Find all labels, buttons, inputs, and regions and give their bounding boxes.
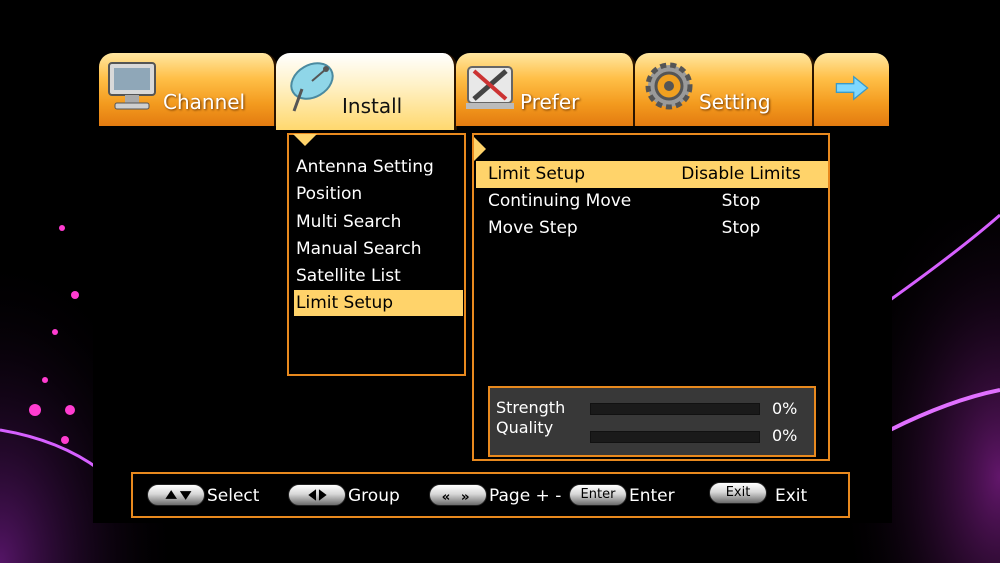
submenu-pointer (293, 134, 317, 146)
setting-name: Move Step (488, 218, 578, 238)
setting-row-move-step[interactable]: Move Step Stop (476, 215, 828, 242)
tools-icon (466, 66, 514, 109)
setting-row-continuing-move[interactable]: Continuing Move Stop (476, 188, 828, 215)
help-bar: Select Group « » Page + - Enter Enter Ex… (131, 472, 850, 518)
tab-channel-label: Channel (163, 90, 246, 114)
strength-label: Strength (496, 398, 566, 417)
quality-label: Quality (496, 418, 554, 437)
tab-setting-label: Setting (699, 90, 771, 114)
limit-setup-panel: Limit Setup Disable Limits Continuing Mo… (472, 133, 830, 461)
help-enter-label: Enter (629, 486, 675, 506)
tab-next[interactable] (814, 53, 889, 126)
submenu-item-limit-setup[interactable]: Limit Setup (294, 290, 463, 316)
left-right-arrows-icon (308, 489, 327, 501)
tab-channel[interactable]: Channel (99, 53, 277, 126)
help-group-label: Group (348, 486, 400, 506)
submenu-item-satellite-list[interactable]: Satellite List (294, 263, 463, 289)
setting-value: Disable Limits (681, 164, 801, 184)
tab-setting[interactable]: Setting (635, 53, 815, 126)
quality-bar (590, 431, 760, 443)
submenu-item-manual-search[interactable]: Manual Search (294, 236, 463, 262)
tab-install-label: Install (342, 94, 403, 118)
tab-prefer-label: Prefer (520, 90, 580, 114)
submenu-item-multi-search[interactable]: Multi Search (294, 209, 463, 235)
help-exit-label: Exit (775, 486, 808, 506)
setting-value: Stop (721, 218, 761, 238)
up-down-arrows-icon (165, 490, 192, 500)
exit-key: Exit (709, 482, 767, 504)
gear-icon (645, 62, 693, 110)
panel-pointer (474, 137, 486, 161)
signal-meter: Strength 0% Quality 0% (488, 386, 816, 457)
tab-bar: Channel Install Prefer Setting (99, 53, 889, 130)
page-key: « » (429, 484, 487, 506)
svg-text:»: » (461, 489, 470, 505)
satellite-dish-icon (290, 62, 334, 112)
strength-bar (590, 403, 760, 415)
enter-key: Enter (569, 484, 627, 506)
tab-install[interactable]: Install (276, 53, 457, 130)
arrow-right-icon (835, 75, 869, 101)
help-select-label: Select (207, 486, 260, 506)
setting-name: Limit Setup (488, 164, 586, 184)
svg-text:«: « (442, 489, 451, 505)
strength-value: 0% (772, 399, 798, 418)
up-down-key (147, 484, 205, 506)
setting-name: Continuing Move (488, 191, 632, 211)
monitor-icon (108, 62, 156, 110)
submenu-item-antenna-setting[interactable]: Antenna Setting (294, 154, 463, 180)
setting-value: Stop (721, 191, 761, 211)
left-right-key (288, 484, 346, 506)
page-arrows-icon: « » (442, 489, 470, 505)
quality-value: 0% (772, 426, 798, 445)
help-page-label: Page + - (489, 486, 562, 506)
submenu-item-position[interactable]: Position (294, 181, 463, 207)
tab-prefer[interactable]: Prefer (456, 53, 636, 126)
install-submenu: Antenna Setting Position Multi Search Ma… (287, 133, 466, 376)
setting-row-limit-setup[interactable]: Limit Setup Disable Limits (476, 161, 828, 188)
